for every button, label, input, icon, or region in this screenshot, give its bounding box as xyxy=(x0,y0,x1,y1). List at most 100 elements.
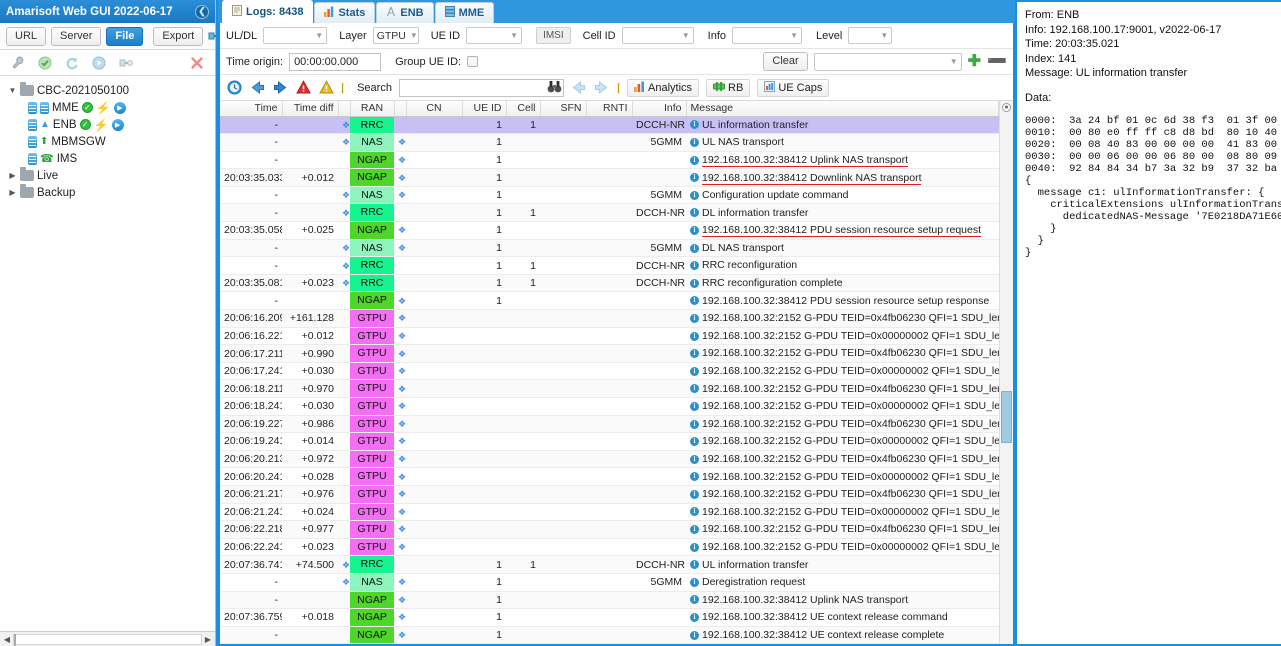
info-icon[interactable]: i xyxy=(690,261,699,271)
info-icon[interactable]: i xyxy=(690,489,699,499)
scroll-marker-icon[interactable]: ● xyxy=(1002,103,1011,112)
rb-button[interactable]: RB xyxy=(706,78,751,97)
table-row[interactable]: 20:06:22.218 +0.977 GTPU ❖ i 192.168.100.32:2… xyxy=(220,520,999,539)
info-icon[interactable]: i xyxy=(690,630,699,640)
clock-icon[interactable] xyxy=(226,80,242,96)
scroll-thumb[interactable] xyxy=(1001,391,1012,443)
info-select[interactable]: ▼ xyxy=(732,27,802,44)
binoculars-icon[interactable] xyxy=(547,80,562,97)
sidebar-horizontal-scrollbar[interactable]: ◀ ▶ xyxy=(0,631,215,646)
search-previous-icon[interactable] xyxy=(571,80,587,96)
table-row[interactable]: 20:06:16.221 +0.012 GTPU ❖ i 192.168.100.32:2… xyxy=(220,327,999,346)
chevron-right-icon[interactable]: ▶ xyxy=(8,171,17,180)
table-row[interactable]: - NGAP ❖ 1 i 192.168.100.32:38412 Uplink NAS … xyxy=(220,151,999,170)
table-row[interactable]: 20:06:22.241 +0.023 GTPU ❖ i 192.168.100.32:2… xyxy=(220,538,999,557)
uldl-select[interactable]: ▼ xyxy=(263,27,328,44)
table-row[interactable]: - ❖ RRC 1 1 DCCH-NR i RRC reconfiguration xyxy=(220,256,999,275)
bolt-icon[interactable]: ⚡ xyxy=(94,118,109,132)
tree-node-cbc[interactable]: ▼ CBC-2021050100 xyxy=(6,82,215,99)
group-ueid-checkbox[interactable] xyxy=(467,56,479,67)
tree-node-backup[interactable]: ▶ Backup xyxy=(6,184,215,201)
info-icon[interactable]: i xyxy=(690,560,699,570)
col-header-cn[interactable]: CN xyxy=(406,101,463,117)
scroll-right-icon[interactable]: ▶ xyxy=(202,635,214,644)
col-header-time[interactable]: Time xyxy=(220,101,283,117)
delete-icon[interactable] xyxy=(188,54,206,72)
tab-mme[interactable]: MME xyxy=(434,2,495,23)
check-icon[interactable] xyxy=(36,54,54,72)
table-row[interactable]: 20:06:18.241 +0.030 GTPU ❖ i 192.168.100.32:2… xyxy=(220,397,999,416)
error-icon[interactable] xyxy=(295,80,311,96)
table-row[interactable]: 20:06:17.241 +0.030 GTPU ❖ i 192.168.100.32:2… xyxy=(220,362,999,381)
table-row[interactable]: 20:03:35.081 +0.023 ❖ RRC 1 1 DCCH-NR i RRC reco… xyxy=(220,274,999,293)
table-row[interactable]: 20:06:20.241 +0.028 GTPU ❖ i 192.168.100.32:2… xyxy=(220,467,999,486)
info-icon[interactable]: i xyxy=(690,366,699,376)
scroll-track[interactable] xyxy=(13,633,202,646)
ue-caps-button[interactable]: UE Caps xyxy=(757,78,830,97)
info-icon[interactable]: i xyxy=(690,225,699,235)
tree-node-enb[interactable]: ▲ ENB ✓ ⚡ ▶ xyxy=(6,116,215,133)
info-icon[interactable]: i xyxy=(690,542,699,552)
col-header-message[interactable]: Message xyxy=(686,101,999,117)
add-plug-icon[interactable] xyxy=(117,54,135,72)
info-icon[interactable]: i xyxy=(690,401,699,411)
preset-select[interactable]: ▼ xyxy=(813,52,962,71)
start-icon[interactable]: ▶ xyxy=(111,118,124,131)
refresh-icon[interactable] xyxy=(63,54,81,72)
previous-icon[interactable] xyxy=(249,80,265,96)
info-icon[interactable]: i xyxy=(690,454,699,464)
next-icon[interactable] xyxy=(272,80,288,96)
add-preset-icon[interactable]: ✚ xyxy=(968,53,981,69)
info-icon[interactable]: i xyxy=(690,190,699,200)
table-row[interactable]: - NGAP ❖ 1 i 192.168.100.32:38412 PDU session… xyxy=(220,291,999,311)
info-icon[interactable]: i xyxy=(690,173,699,183)
col-header-ue-id[interactable]: UE ID xyxy=(462,101,507,117)
table-row[interactable]: 20:06:17.211 +0.990 GTPU ❖ i 192.168.100.32:2… xyxy=(220,344,999,363)
table-row[interactable]: 20:03:35.058 +0.025 NGAP ❖ 1 i 192.168.100.32:… xyxy=(220,221,999,240)
tree-node-mme[interactable]: MME ✓ ⚡ ▶ xyxy=(6,99,215,116)
server-button[interactable]: Server xyxy=(51,26,102,46)
col-header-sfn[interactable]: SFN xyxy=(540,101,587,117)
table-row[interactable]: - ❖ NAS ❖ 1 5GMM i DL NAS transport xyxy=(220,239,999,258)
table-row[interactable]: - NGAP ❖ 1 i 192.168.100.32:38412 Uplink NAS … xyxy=(220,591,999,610)
clear-button[interactable]: Clear xyxy=(763,52,808,71)
chevron-right-icon[interactable]: ▶ xyxy=(8,188,17,197)
info-icon[interactable]: i xyxy=(690,313,699,323)
tab-logs[interactable]: Logs: 8438 xyxy=(222,0,314,23)
tab-enb[interactable]: ENB xyxy=(376,2,434,23)
info-icon[interactable]: i xyxy=(690,577,699,587)
remove-preset-icon[interactable]: ➖ xyxy=(987,53,1007,69)
layer-select[interactable]: GTPU ▼ xyxy=(372,27,419,44)
table-row[interactable]: 20:06:19.241 +0.014 GTPU ❖ i 192.168.100.32:2… xyxy=(220,432,999,451)
col-header-cell[interactable]: Cell xyxy=(506,101,541,117)
url-button[interactable]: URL xyxy=(6,26,47,46)
info-icon[interactable]: i xyxy=(690,278,699,288)
table-row[interactable]: - ❖ RRC 1 1 DCCH-NR i UL information transfer xyxy=(220,116,999,135)
table-row[interactable]: 20:06:20.213 +0.972 GTPU ❖ i 192.168.100.32:2… xyxy=(220,450,999,469)
log-table-scroll[interactable]: Time Time diff RAN CN UE ID Cell SFN RNT… xyxy=(220,101,999,644)
col-header-info[interactable]: Info xyxy=(632,101,687,117)
search-input[interactable] xyxy=(398,78,564,97)
scroll-left-icon[interactable]: ◀ xyxy=(1,635,13,644)
info-icon[interactable]: i xyxy=(690,349,699,359)
table-row[interactable]: - ❖ RRC 1 1 DCCH-NR i DL information transfer xyxy=(220,203,999,223)
table-row[interactable]: 20:06:16.209 +161.128 GTPU ❖ i 192.168.100.32… xyxy=(220,309,999,328)
file-button[interactable]: File xyxy=(106,26,144,46)
cellid-select[interactable]: ▼ xyxy=(621,27,694,44)
table-row[interactable]: 20:07:36.741 +74.500 ❖ RRC 1 1 DCCH-NR i UL info… xyxy=(220,555,999,574)
col-header-ran[interactable]: RAN xyxy=(350,101,395,117)
info-icon[interactable]: i xyxy=(690,138,699,147)
imsi-button[interactable]: IMSI xyxy=(536,27,571,44)
table-row[interactable]: 20:03:35.033 +0.012 NGAP ❖ 1 i 192.168.100.32:… xyxy=(220,168,999,187)
info-icon[interactable]: i xyxy=(690,595,699,605)
table-row[interactable]: 20:06:21.241 +0.024 GTPU ❖ i 192.168.100.32:2… xyxy=(220,503,999,522)
table-row[interactable]: 20:07:36.759 +0.018 NGAP ❖ 1 i 192.168.100.32:… xyxy=(220,608,999,627)
table-row[interactable]: - ❖ NAS ❖ 1 5GMM i UL NAS transport xyxy=(220,133,999,152)
table-row[interactable]: 20:06:18.211 +0.970 GTPU ❖ i 192.168.100.32:2… xyxy=(220,379,999,398)
col-header-rnti[interactable]: RNTI xyxy=(586,101,633,117)
info-icon[interactable]: i xyxy=(690,507,699,517)
info-icon[interactable]: i xyxy=(690,243,699,253)
scroll-thumb[interactable] xyxy=(14,633,16,646)
tab-stats[interactable]: Stats xyxy=(314,2,376,23)
time-origin-input[interactable] xyxy=(289,52,382,71)
